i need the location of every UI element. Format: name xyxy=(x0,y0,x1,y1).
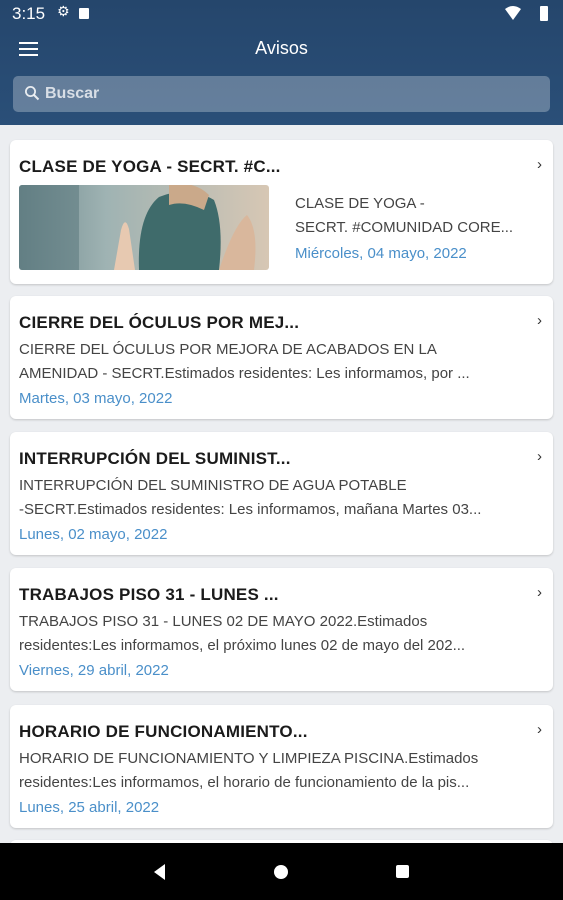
chevron-right-icon: › xyxy=(537,721,542,738)
notice-date: Viernes, 29 abril, 2022 xyxy=(19,662,169,679)
chevron-right-icon: › xyxy=(537,448,542,465)
notice-date: Martes, 03 mayo, 2022 xyxy=(19,390,173,407)
notices-list: CLASE DE YOGA - SECRT. #C... › CLASE DE … xyxy=(0,125,563,843)
chevron-right-icon: › xyxy=(537,156,542,173)
notice-date: Lunes, 02 mayo, 2022 xyxy=(19,526,168,543)
notice-excerpt: CIERRE DEL ÓCULUS POR MEJORA DE ACABADOS… xyxy=(19,341,470,382)
notice-excerpt: INTERRUPCIÓN DEL SUMINISTRO DE AGUA POTA… xyxy=(19,477,482,518)
app-header: 3:15 ⚙ Avisos xyxy=(0,0,563,125)
search-bar[interactable] xyxy=(13,76,550,112)
home-circle-icon[interactable] xyxy=(274,865,288,879)
notice-title: TRABAJOS PISO 31 - LUNES ... xyxy=(19,585,279,604)
notice-card[interactable]: HORARIO DE FUNCIONAMIENTO... › HORARIO D… xyxy=(10,705,553,828)
notice-title: CLASE DE YOGA - SECRT. #C... xyxy=(19,157,281,176)
status-time: 3:15 xyxy=(12,4,46,23)
search-icon xyxy=(25,86,40,101)
notice-excerpt: CLASE DE YOGA - SECRT. #COMUNIDAD CORE..… xyxy=(295,195,514,236)
notice-title: HORARIO DE FUNCIONAMIENTO... xyxy=(19,722,308,741)
battery-icon xyxy=(540,6,548,21)
system-nav-bar xyxy=(0,843,563,900)
yoga-thumbnail-image xyxy=(19,185,269,270)
notice-card[interactable]: CLASE DE YOGA - SECRT. #C... › CLASE DE … xyxy=(10,140,553,284)
notice-title: CIERRE DEL ÓCULUS POR MEJ... xyxy=(19,313,300,332)
chevron-right-icon: › xyxy=(537,584,542,601)
notice-card[interactable]: CIERRE DEL ÓCULUS POR MEJ... › CIERRE DE… xyxy=(10,296,553,419)
sd-card-icon xyxy=(79,8,89,19)
notice-excerpt: TRABAJOS PISO 31 - LUNES 02 DE MAYO 2022… xyxy=(19,613,466,654)
settings-gear-icon: ⚙ xyxy=(57,3,70,19)
chevron-right-icon: › xyxy=(537,312,542,329)
notice-card[interactable]: TRABAJOS PISO 31 - LUNES ... › TRABAJOS … xyxy=(10,568,553,691)
notice-card[interactable]: INTERRUPCIÓN DEL SUMINIST... › INTERRUPC… xyxy=(10,432,553,555)
recents-square-icon[interactable] xyxy=(396,865,409,878)
page-title: Avisos xyxy=(255,38,308,58)
back-triangle-icon[interactable] xyxy=(154,864,165,880)
search-input[interactable] xyxy=(45,76,540,112)
notice-date: Miércoles, 04 mayo, 2022 xyxy=(295,245,467,262)
status-bar: 3:15 ⚙ xyxy=(0,0,563,28)
wifi-icon xyxy=(505,6,521,20)
notice-excerpt: HORARIO DE FUNCIONAMIENTO Y LIMPIEZA PIS… xyxy=(19,750,479,791)
notice-date: Lunes, 25 abril, 2022 xyxy=(19,799,160,816)
notice-title: INTERRUPCIÓN DEL SUMINIST... xyxy=(19,449,291,468)
